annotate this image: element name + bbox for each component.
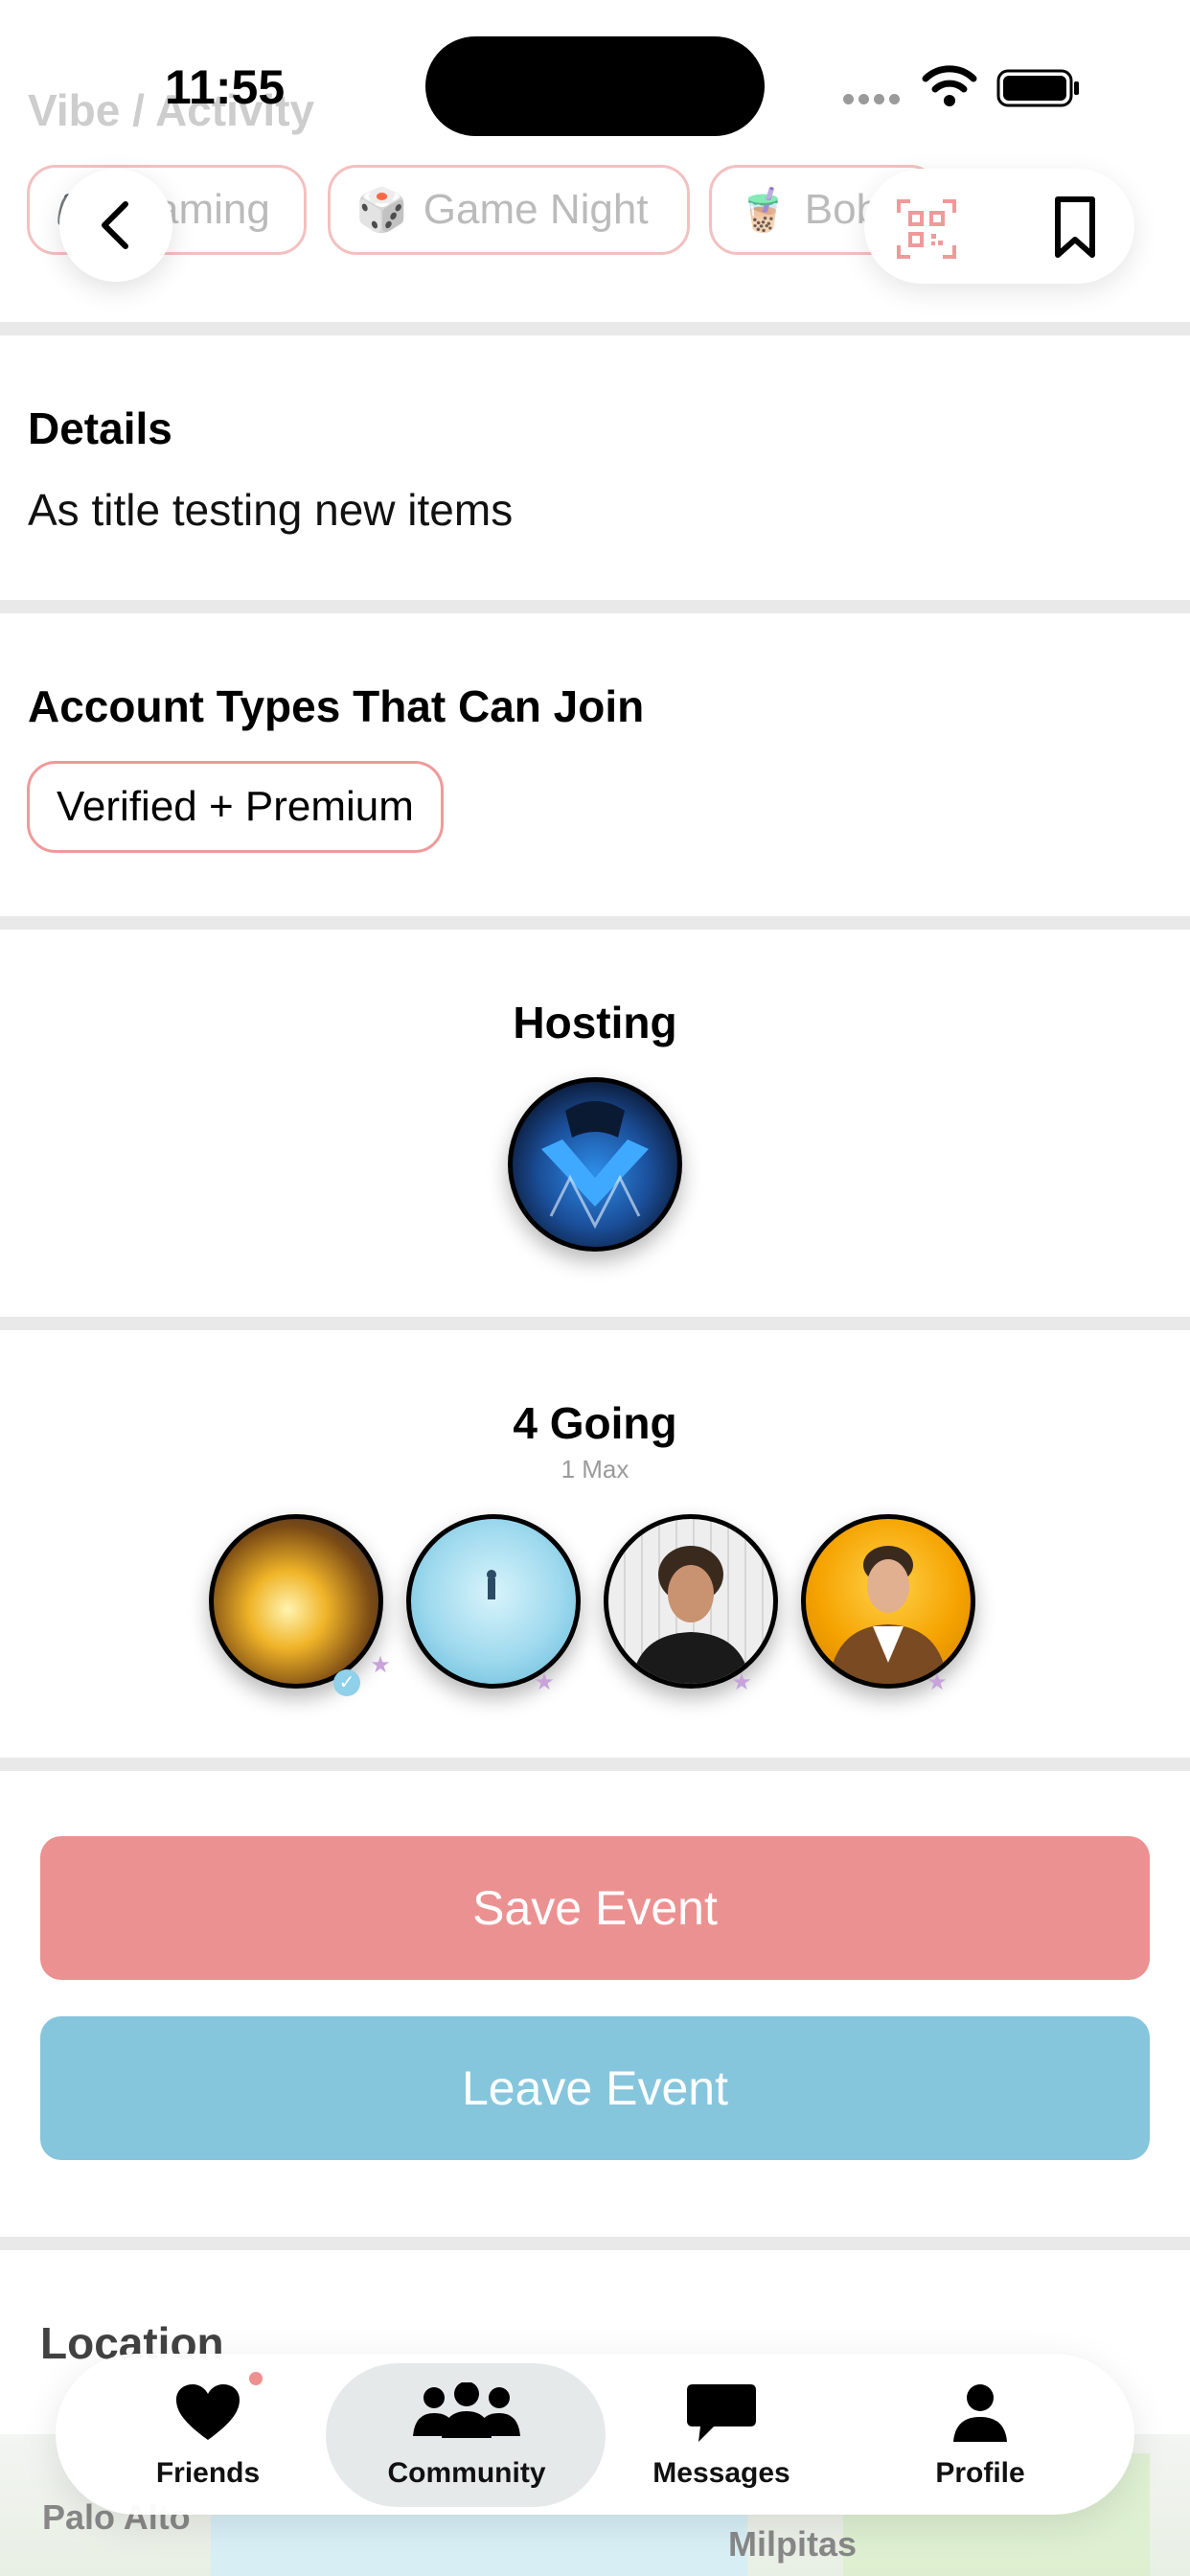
notification-dot — [249, 2372, 263, 2385]
attendee-avatar[interactable] — [604, 1514, 778, 1689]
star-badge-icon: ★ — [927, 1669, 948, 1695]
star-badge-icon: ★ — [731, 1669, 752, 1695]
section-divider — [0, 2237, 1190, 2250]
battery-icon — [996, 69, 1079, 107]
account-type-tag: Verified + Premium — [27, 761, 444, 853]
map-label-milpitas: Milpitas — [728, 2524, 858, 2564]
cellular-signal-icon — [843, 92, 906, 105]
details-title: Details — [28, 403, 172, 453]
section-divider — [0, 916, 1190, 930]
chip-game-night[interactable]: 🎲 Game Night — [328, 165, 690, 255]
tab-label: Profile — [935, 2457, 1025, 2489]
section-divider — [0, 322, 1190, 335]
section-divider — [0, 600, 1190, 613]
portrait-illustration — [829, 1546, 948, 1684]
leave-event-button[interactable]: Leave Event — [40, 2016, 1150, 2160]
back-button[interactable] — [59, 169, 172, 282]
verified-check-icon: ✓ — [333, 1669, 360, 1696]
chip-label: Game Night — [423, 186, 649, 233]
star-badge-icon: ★ — [370, 1652, 391, 1678]
section-divider — [0, 1317, 1190, 1330]
hosting-title: Hosting — [513, 998, 677, 1047]
attendee-avatar[interactable] — [406, 1514, 581, 1689]
tab-label: Community — [387, 2457, 546, 2489]
figure-illustration — [487, 1570, 496, 1599]
chevron-left-icon — [102, 201, 128, 249]
boba-emoji-icon: 🧋 — [737, 187, 790, 234]
dynamic-island — [425, 36, 765, 136]
heart-icon — [176, 2384, 240, 2440]
account-types-title: Account Types That Can Join — [28, 681, 645, 731]
details-text: As title testing new items — [28, 485, 514, 535]
star-badge-icon: ★ — [534, 1669, 555, 1695]
chat-bubble-icon — [687, 2384, 756, 2442]
going-title: 4 Going — [513, 1398, 677, 1448]
going-max: 1 Max — [561, 1455, 629, 1484]
host-avatar[interactable] — [508, 1077, 682, 1252]
map-water — [211, 2511, 747, 2576]
people-icon — [413, 2382, 520, 2438]
qr-code-icon[interactable] — [897, 199, 956, 259]
status-time: 11:55 — [165, 60, 286, 114]
tab-label: Messages — [652, 2457, 790, 2489]
bookmark-icon[interactable] — [1052, 196, 1098, 259]
save-event-button[interactable]: Save Event — [40, 1836, 1150, 1980]
section-divider — [0, 1758, 1190, 1771]
wifi-icon — [922, 65, 977, 106]
portrait-illustration — [631, 1546, 750, 1684]
attendee-avatar[interactable] — [209, 1514, 383, 1689]
person-icon — [953, 2384, 1007, 2442]
tab-label: Friends — [155, 2457, 261, 2489]
hero-illustration — [541, 1101, 649, 1230]
dice-emoji-icon: 🎲 — [355, 187, 408, 234]
attendee-avatar[interactable] — [801, 1514, 975, 1689]
